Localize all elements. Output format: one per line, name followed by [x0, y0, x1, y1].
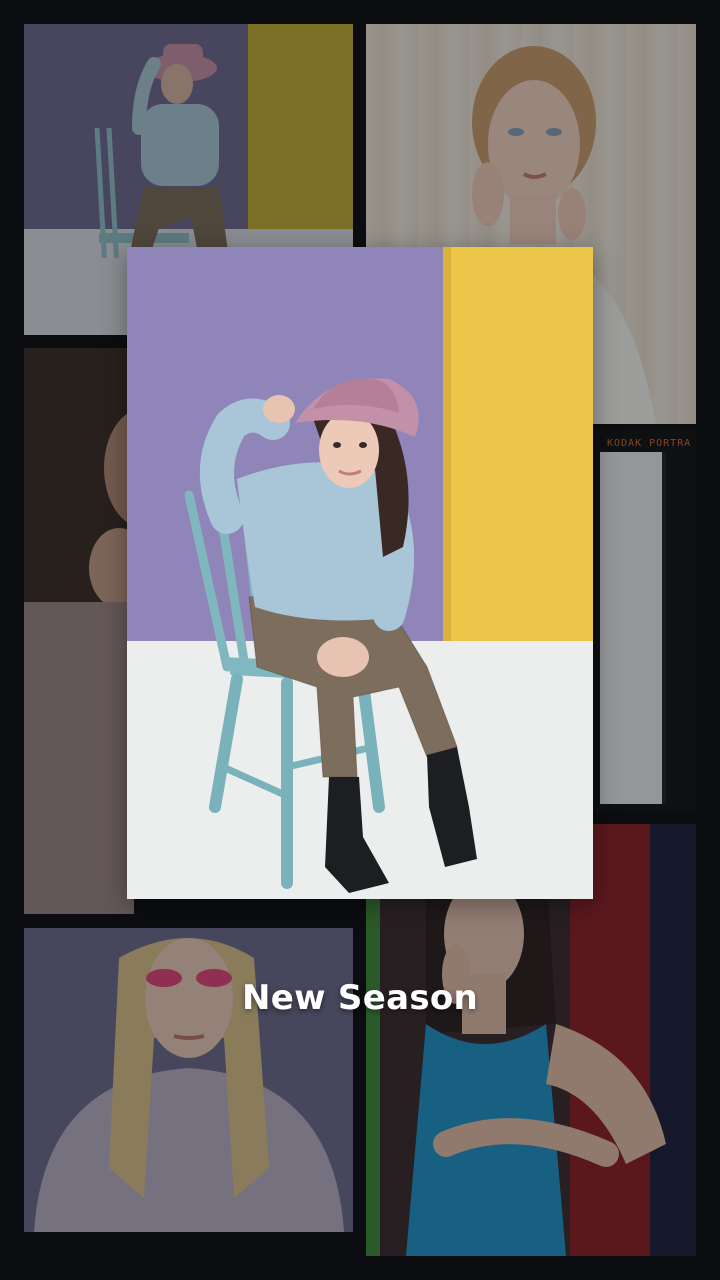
dark-portrait-figure — [89, 409, 134, 602]
girl-on-chair-figure — [184, 378, 477, 893]
blonde-woman-figure — [34, 938, 344, 1232]
yellow-backdrop — [248, 24, 353, 246]
caption-title: New Season — [241, 978, 479, 1018]
story-canvas: KODAK PORTRA New Season — [0, 0, 720, 1280]
photo-tile-lower-left — [24, 602, 134, 914]
photo-tile-bottom-left — [24, 928, 353, 1232]
hero-photo — [127, 247, 593, 899]
girl-on-chair-figure — [94, 44, 229, 258]
film-brand-label: KODAK PORTRA — [607, 438, 692, 449]
film-frame — [600, 452, 666, 804]
photo-tile-film-strip: KODAK PORTRA — [594, 430, 696, 810]
photo-tile-mid-left — [24, 348, 134, 602]
